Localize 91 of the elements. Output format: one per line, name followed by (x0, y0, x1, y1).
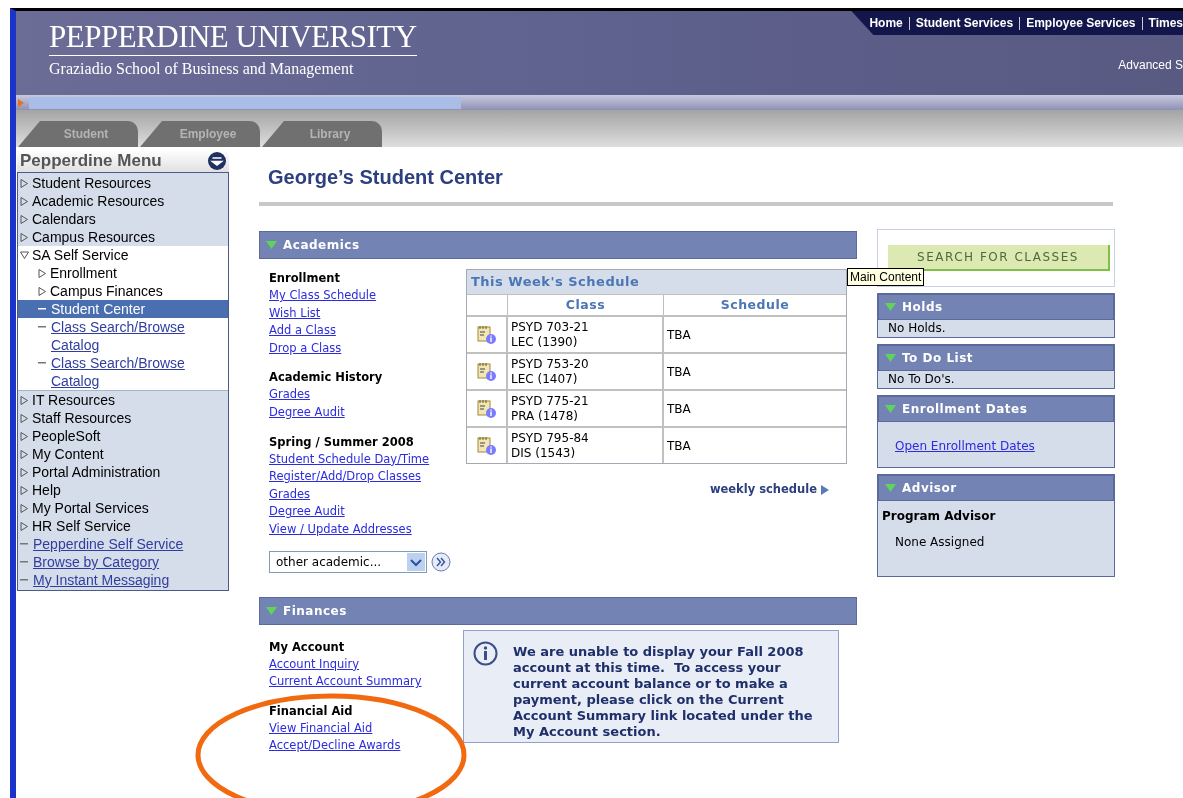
section-link[interactable]: Grades (269, 486, 311, 501)
collapse-icon[interactable] (208, 152, 226, 170)
section-link[interactable]: Degree Audit (269, 404, 345, 419)
menu-item[interactable]: Campus Resources (32, 228, 155, 246)
group-heading: Spring / Summer 2008 (269, 433, 415, 450)
schedule-cell-text: TBA (666, 400, 692, 418)
menu-item[interactable]: My Portal Services (32, 499, 149, 517)
group-heading: Financial Aid (269, 702, 354, 719)
schedule-cell-text: TBA (666, 437, 692, 455)
menu-item[interactable]: Student Resources (32, 174, 152, 192)
class-cell: PSYD 703-21 LEC (1390) (508, 317, 664, 352)
menu-item[interactable]: Calendars (32, 210, 96, 228)
group-heading: Enrollment (269, 270, 341, 286)
logo-subtitle: Graziadio School of Business and Management (49, 59, 355, 80)
class-cell: PSYD 753-20 LEC (1407) (508, 354, 664, 389)
advanced-search-link[interactable]: Advanced S (1118, 56, 1183, 74)
section-link[interactable]: Add a Class (269, 323, 336, 338)
panel-title: Enrollment Dates (902, 401, 1028, 418)
schedule-cell-text: TBA (666, 326, 692, 344)
panel-title: To Do List (902, 350, 974, 367)
column-header: Class (508, 295, 664, 315)
dash-icon (20, 561, 28, 563)
panel-title: Finances (283, 602, 347, 620)
panel-title: Advisor (902, 480, 957, 497)
dash-icon (20, 579, 28, 581)
search-for-classes-button[interactable]: SEARCH FOR CLASSES (888, 245, 1110, 271)
section-link[interactable]: Degree Audit (269, 504, 345, 519)
weekly-schedule-link[interactable]: weekly schedule (709, 481, 817, 499)
group-heading: My Account (269, 638, 346, 655)
menu-item[interactable]: SA Self Service (32, 246, 129, 264)
panel-title: Academics (283, 237, 360, 254)
nav-link[interactable]: Employee Services (1026, 14, 1136, 32)
menu-item[interactable]: Academic Resources (32, 192, 165, 210)
menu-link[interactable]: Student Center (18, 300, 228, 318)
class-cell: PSYD 795-84 DIS (1543) (508, 428, 664, 463)
nav-link[interactable]: Home (869, 14, 903, 32)
section-link[interactable]: Register/Add/Drop Classes (269, 469, 421, 484)
menu-item[interactable]: Enrollment (50, 264, 117, 282)
menu-link[interactable]: My Instant Messaging (18, 571, 228, 589)
section-link[interactable]: Accept/Decline Awards (269, 738, 401, 753)
advisor-name: None Assigned (894, 534, 986, 551)
menu-link[interactable]: Pepperdine Self Service (18, 535, 228, 553)
panel-text: No To Do's. (887, 371, 956, 388)
go-icon[interactable] (431, 551, 451, 572)
menu-item[interactable]: Help (32, 481, 61, 499)
panel-link[interactable]: Open Enrollment Dates (895, 437, 1035, 455)
section-link[interactable]: Student Schedule Day/Time (269, 451, 430, 466)
section-link[interactable]: My Class Schedule (269, 288, 377, 302)
menu-link[interactable]: Browse by Category (18, 553, 228, 571)
schedule-cell-text: TBA (666, 363, 692, 381)
calendar-info-icon[interactable] (476, 398, 497, 419)
dash-icon (20, 543, 28, 545)
menu-item[interactable]: IT Resources (32, 391, 115, 409)
section-link[interactable]: Wish List (269, 305, 321, 320)
nav-link[interactable]: Student Services (915, 14, 1014, 32)
play-icon[interactable] (821, 484, 829, 495)
panel-title: Holds (902, 299, 943, 316)
dash-icon (38, 308, 46, 310)
section-link[interactable]: Current Account Summary (269, 674, 422, 689)
dash-icon (38, 326, 46, 328)
nav-link[interactable]: Times (1148, 14, 1183, 32)
menu-item[interactable]: Portal Administration (32, 463, 161, 481)
section-link[interactable]: Drop a Class (269, 340, 342, 355)
menu-item[interactable]: My Content (32, 445, 104, 463)
panel-text: No Holds. (887, 320, 947, 337)
info-icon (473, 640, 498, 666)
dash-icon (38, 362, 46, 364)
page-title: George’s Student Center (268, 165, 504, 189)
schedule-title: This Week's Schedule (467, 270, 846, 294)
calendar-info-icon[interactable] (476, 435, 497, 456)
notice-text: We are unable to display your Fall 2008 account at this time. To access your current account balance or to make a payment, please click on the Current Account Summary link located under the My Account section. (513, 642, 814, 741)
arrow-right-icon (18, 98, 24, 107)
calendar-info-icon[interactable] (476, 361, 497, 382)
menu-item[interactable]: Staff Resources (32, 409, 132, 427)
dropdown[interactable]: other academic... (269, 550, 427, 573)
menu-item[interactable]: Campus Finances (50, 282, 163, 300)
advisor-heading: Program Advisor (882, 508, 997, 525)
calendar-info-icon[interactable] (476, 324, 497, 345)
column-header: Schedule (719, 295, 791, 314)
section-link[interactable]: View Financial Aid (269, 720, 373, 735)
class-cell: PSYD 775-21 PRA (1478) (508, 391, 664, 426)
menu-item[interactable]: PeopleSoft (32, 427, 101, 445)
menu-title: Pepperdine Menu (20, 150, 162, 173)
section-link[interactable]: Account Inquiry (269, 656, 360, 671)
tooltip: Main Content (847, 268, 925, 286)
group-heading: Academic History (269, 369, 384, 386)
menu-item[interactable]: HR Self Service (32, 517, 131, 535)
logo-title: PEPPERDINE UNIVERSITY (49, 19, 417, 56)
caret-down-icon[interactable] (20, 250, 29, 260)
section-link[interactable]: Grades (269, 387, 311, 402)
section-link[interactable]: View / Update Addresses (269, 521, 412, 536)
